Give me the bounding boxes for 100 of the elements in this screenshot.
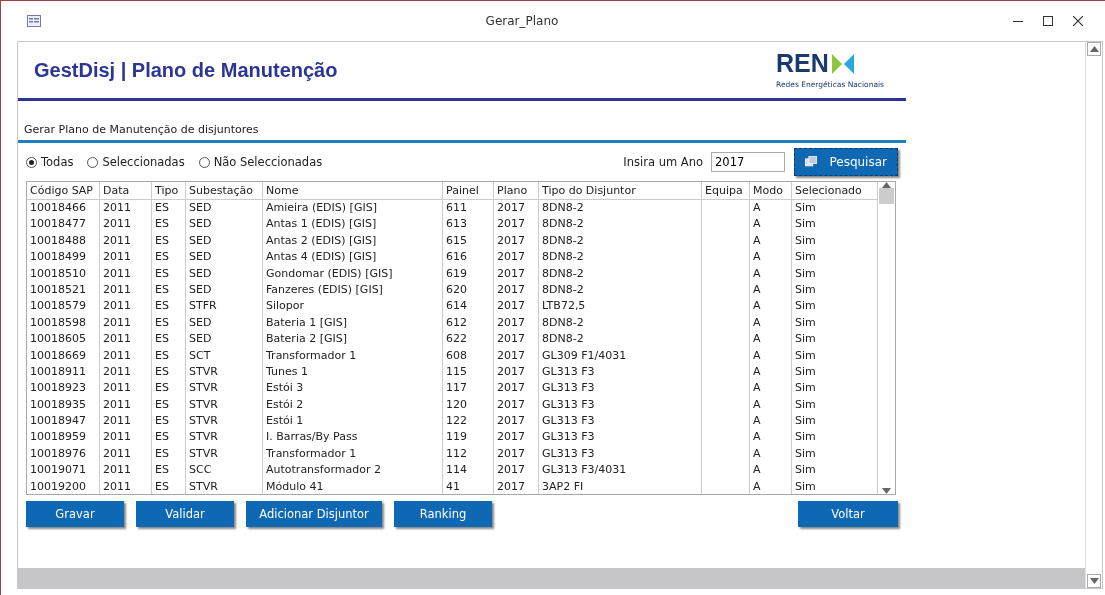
column-header[interactable]: Equipa [702, 182, 750, 199]
year-field[interactable]: 2017 [711, 152, 785, 172]
action-button[interactable]: Adicionar Disjuntor [246, 501, 382, 527]
table-cell: A [750, 462, 792, 479]
scroll-thumb[interactable] [879, 188, 894, 204]
table-cell: ES [152, 249, 186, 266]
table-cell: 8DN8-2 [539, 200, 702, 217]
table-cell: 10018499 [27, 249, 100, 266]
table-cell: STVR [186, 380, 263, 397]
table-cell: 616 [443, 249, 494, 266]
column-header[interactable]: Código SAP [27, 182, 100, 199]
table-cell: STFR [186, 298, 263, 315]
table-cell: 2011 [100, 298, 152, 315]
column-header[interactable]: Painel [443, 182, 494, 199]
table-cell: 10018605 [27, 331, 100, 348]
table-cell: A [750, 347, 792, 364]
table-cell: 115 [443, 363, 494, 381]
table-cell: 119 [443, 429, 494, 446]
table-cell: 2011 [100, 331, 152, 348]
table-cell: 10018947 [27, 413, 100, 430]
table-cell: 2011 [100, 249, 152, 266]
table-cell: 608 [443, 347, 494, 364]
table-cell: 2017 [494, 331, 539, 348]
table-cell: 10018923 [27, 380, 100, 397]
table-cell: 8DN8-2 [539, 331, 702, 348]
table-cell: Módulo 41 [263, 478, 443, 494]
table-cell: 8DN8-2 [539, 265, 702, 282]
table-cell: ES [152, 232, 186, 250]
table-cell: SCC [186, 462, 263, 479]
table-cell: SCT [186, 347, 263, 364]
table-cell: ES [152, 216, 186, 233]
table-cell: Transformador 1 [263, 445, 443, 463]
table-cell: GL313 F3 [539, 429, 702, 446]
table-cell: 8DN8-2 [539, 281, 702, 299]
action-button[interactable]: Validar [136, 501, 234, 527]
table-cell: 10018959 [27, 429, 100, 446]
table-cell: 614 [443, 298, 494, 315]
column-header[interactable]: Nome [263, 182, 443, 199]
table-cell: A [750, 216, 792, 233]
window-title: Gerar_Plano [484, 14, 560, 28]
table-cell: A [750, 298, 792, 315]
table-cell: 8DN8-2 [539, 314, 702, 332]
table-cell: STVR [186, 413, 263, 430]
table-cell: 2011 [100, 314, 152, 332]
maximize-icon [1043, 16, 1053, 26]
table-cell: 112 [443, 445, 494, 463]
table-cell: A [750, 265, 792, 282]
table-cell: A [750, 281, 792, 299]
table-cell: ES [152, 462, 186, 479]
table-cell: 117 [443, 380, 494, 397]
table-cell: SED [186, 249, 263, 266]
table-cell: Bateria 2 [GIS] [263, 331, 443, 348]
filter-radio[interactable]: Seleccionadas [87, 155, 185, 169]
table-cell: 2017 [494, 249, 539, 266]
column-header[interactable]: Subestação [186, 182, 263, 199]
table-cell: ES [152, 281, 186, 299]
action-button[interactable]: Ranking [394, 501, 492, 527]
table-cell: 619 [443, 265, 494, 282]
table-cell: 10018510 [27, 265, 100, 282]
table-cell: Tunes 1 [263, 363, 443, 381]
column-header[interactable]: Tipo do Disjuntor [539, 182, 702, 199]
table-cell: A [750, 363, 792, 381]
table-cell: 2011 [100, 462, 152, 479]
column-header[interactable]: Tipo [152, 182, 186, 199]
table-cell: 2017 [494, 429, 539, 446]
column-header[interactable]: Data [100, 182, 152, 199]
table-cell: 10018911 [27, 363, 100, 381]
table-cell: A [750, 200, 792, 217]
scroll-down-icon[interactable] [882, 488, 891, 494]
search-button[interactable]: Pesquisar [794, 148, 898, 176]
table-cell: 3AP2 FI [539, 478, 702, 494]
table-cell: 2011 [100, 396, 152, 414]
table-cell: 2011 [100, 265, 152, 282]
table-cell: Amieira (EDIS) [GIS] [263, 200, 443, 217]
table-cell: 2011 [100, 200, 152, 217]
table-cell: SED [186, 281, 263, 299]
table-cell: ES [152, 478, 186, 494]
table-cell: 622 [443, 331, 494, 348]
table-cell: GL313 F3 [539, 363, 702, 381]
logo-text: REN [776, 51, 829, 76]
table-cell: 2017 [494, 298, 539, 315]
column-header[interactable]: Modo [750, 182, 792, 199]
filter-radio[interactable]: Todas [26, 155, 74, 169]
table-cell: 10018477 [27, 216, 100, 233]
table-cell: 114 [443, 462, 494, 479]
scroll-down-icon[interactable] [1089, 578, 1099, 584]
back-button[interactable]: Voltar [798, 501, 898, 527]
table-cell: ES [152, 429, 186, 446]
section-title: Gerar Plano de Manutenção de disjuntores [18, 123, 906, 143]
table-cell: A [750, 445, 792, 463]
table-cell: ES [152, 265, 186, 282]
table-cell: 2017 [494, 413, 539, 430]
scroll-up-icon[interactable] [1089, 46, 1099, 52]
column-header[interactable]: Plano [494, 182, 539, 199]
table-cell: STVR [186, 478, 263, 494]
table-cell: ES [152, 445, 186, 463]
filter-radio[interactable]: Não Seleccionadas [198, 155, 323, 169]
action-button[interactable]: Gravar [26, 501, 124, 527]
table-cell: SED [186, 200, 263, 217]
logo-icon [831, 53, 854, 74]
